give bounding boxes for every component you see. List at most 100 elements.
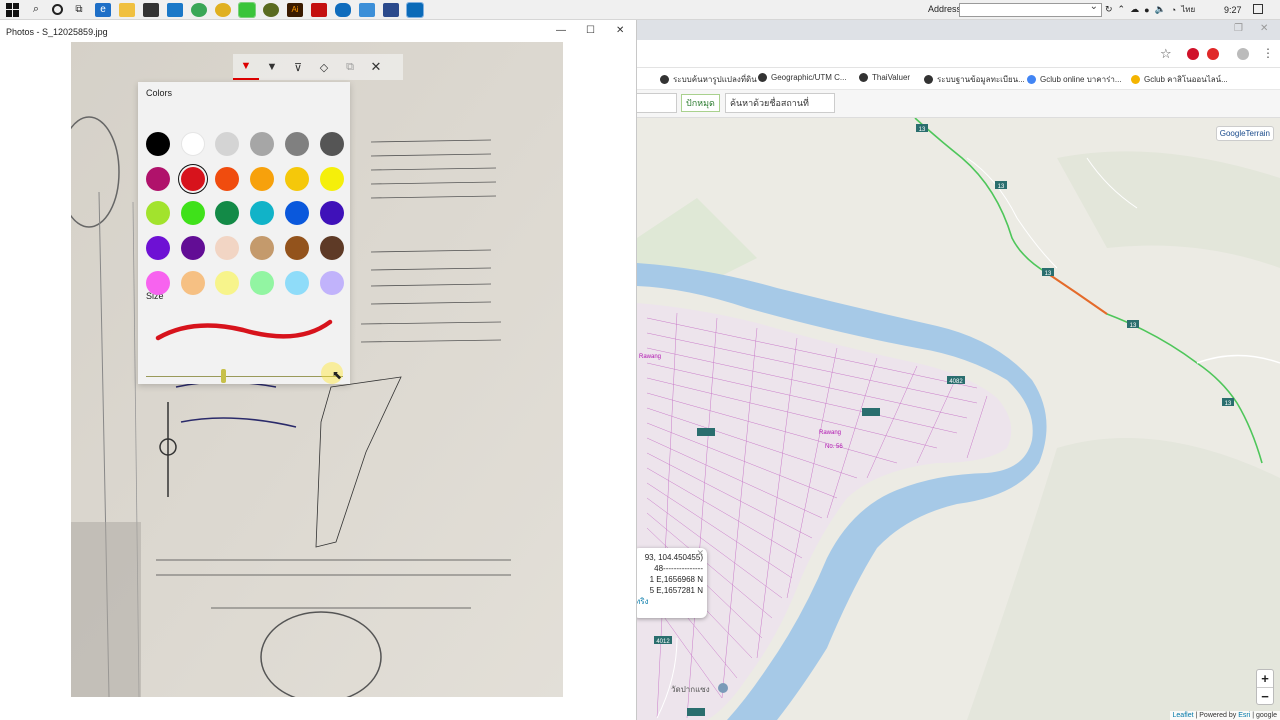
language-indicator[interactable]: ไทย	[1181, 3, 1195, 16]
color-swatch[interactable]	[146, 166, 170, 191]
microphone-icon[interactable]: ●	[1144, 5, 1149, 15]
leaflet-link[interactable]: Leaflet	[1173, 712, 1194, 719]
color-swatch[interactable]	[250, 270, 275, 295]
maximize-button[interactable]: ☐	[586, 25, 595, 36]
zoom-in-button[interactable]: +	[1257, 670, 1273, 687]
clock[interactable]: 9:27	[1224, 5, 1242, 15]
esri-link[interactable]: Esri	[1238, 712, 1250, 719]
color-swatch[interactable]	[284, 132, 309, 156]
calligraphy-pen-tool[interactable]: ⊽	[285, 54, 311, 80]
bookmark-item[interactable]: ระบบฐานข้อมูลทะเบียน...	[924, 73, 1025, 86]
color-swatch[interactable]	[180, 166, 205, 191]
eraser-tool[interactable]: ◇	[311, 54, 337, 80]
illustrator-icon[interactable]: Ai	[287, 2, 303, 17]
map-view[interactable]: 13 13 13 13 13 4082 4012 Rawang Rawang N…	[637, 118, 1280, 720]
bookmark-item[interactable]: ระบบค้นหารูปแปลงที่ดิน	[660, 73, 757, 86]
bookmark-item[interactable]: ThaiValuer	[859, 73, 910, 82]
color-swatch[interactable]	[146, 270, 170, 295]
svg-text:13: 13	[1225, 401, 1232, 407]
file-explorer-icon[interactable]	[119, 2, 135, 17]
close-button[interactable]: ✕	[616, 25, 624, 36]
minimize-button[interactable]: —	[556, 25, 566, 36]
color-swatch[interactable]	[146, 201, 170, 226]
size-slider-thumb[interactable]	[220, 369, 226, 383]
coordinate-input[interactable]	[637, 93, 677, 113]
color-swatch[interactable]	[215, 166, 240, 191]
restore-icon[interactable]: ❐	[1234, 23, 1243, 34]
chrome-icon[interactable]	[191, 2, 207, 17]
refresh-icon[interactable]: ↻	[1105, 4, 1113, 15]
adblock-icon[interactable]	[1207, 48, 1219, 60]
show-hidden-icons-icon[interactable]: ⌃	[1118, 4, 1126, 15]
color-swatch[interactable]	[180, 132, 205, 156]
edge-icon[interactable]: e	[95, 2, 111, 17]
volume-icon[interactable]: 🔈	[1155, 4, 1166, 15]
zoom-out-button[interactable]: −	[1257, 687, 1273, 704]
app-icon-rocket[interactable]	[359, 2, 375, 17]
color-swatch[interactable]	[215, 201, 240, 226]
color-swatch[interactable]	[146, 132, 170, 156]
color-swatch[interactable]	[319, 236, 344, 261]
color-swatch[interactable]	[319, 166, 344, 191]
menu-icon[interactable]: ⋮	[1262, 46, 1274, 60]
layer-switcher-button[interactable]: GoogleTerrain	[1215, 126, 1274, 141]
bookmark-item[interactable]: Geographic/UTM C...	[758, 73, 847, 82]
color-swatch[interactable]	[250, 201, 275, 226]
color-swatch[interactable]	[319, 201, 344, 226]
bookmark-star-icon[interactable]: ☆	[1160, 46, 1172, 62]
color-swatch[interactable]	[215, 236, 240, 261]
search-icon[interactable]: ⌕	[28, 3, 44, 17]
popup-close-icon[interactable]: ✕	[696, 548, 704, 559]
save-app-icon[interactable]	[383, 2, 399, 17]
address-field[interactable]	[959, 1, 1102, 17]
ballpoint-pen-tool[interactable]: ▼	[233, 54, 259, 80]
onedrive-icon[interactable]	[335, 2, 351, 17]
color-swatch[interactable]	[146, 236, 170, 261]
popup-coords: 93, 104.450455)	[644, 553, 703, 562]
color-swatch[interactable]	[250, 166, 275, 191]
color-swatch[interactable]	[215, 270, 240, 295]
app-icon-yellow[interactable]	[215, 2, 231, 17]
app-icon-olive[interactable]	[263, 2, 279, 17]
bookmark-item[interactable]: Gclub คาสิโนออนไลน์...	[1131, 73, 1228, 86]
task-view-icon[interactable]: ⧉	[71, 3, 87, 17]
bookmarks-bar: ระบบค้นหารูปแปลงที่ดิน Geographic/UTM C.…	[637, 68, 1280, 90]
profile-avatar[interactable]	[1237, 48, 1249, 60]
colors-label: Colors	[146, 88, 173, 98]
store-icon[interactable]	[143, 2, 159, 17]
pencil-tool[interactable]: ▼	[259, 54, 285, 80]
color-swatch[interactable]	[215, 132, 240, 156]
color-swatch[interactable]	[180, 236, 205, 261]
popup-link[interactable]: ทริง	[637, 596, 703, 607]
color-swatch[interactable]	[284, 236, 309, 261]
color-swatch[interactable]	[250, 132, 275, 156]
extension-icon-red[interactable]	[1187, 48, 1199, 60]
color-swatch[interactable]	[180, 270, 205, 295]
color-swatch[interactable]	[319, 132, 344, 156]
color-swatch[interactable]	[180, 201, 205, 226]
notification-icon[interactable]	[1253, 4, 1263, 14]
acrobat-icon[interactable]	[311, 2, 327, 17]
line-app-icon[interactable]	[238, 1, 256, 18]
color-swatch[interactable]	[284, 166, 309, 191]
browser-toolbar: ☆ ⋮	[637, 40, 1280, 68]
svg-text:4012: 4012	[656, 639, 670, 645]
bookmark-item[interactable]: Gclub online บาคาร่า...	[1027, 73, 1122, 86]
place-search-input[interactable]: ค้นหาด้วยชื่อสถานที่	[725, 93, 835, 113]
touch-writing-tool[interactable]: ⧉	[337, 54, 363, 80]
photos-app-icon[interactable]	[406, 1, 424, 18]
color-swatch[interactable]	[284, 201, 309, 226]
close-icon[interactable]: ✕	[1260, 23, 1268, 34]
start-button[interactable]	[6, 2, 20, 17]
close-ink-tool[interactable]: ✕	[363, 54, 389, 80]
mail-icon[interactable]	[167, 2, 183, 17]
wifi-icon[interactable]: ◔	[1171, 5, 1176, 15]
onedrive-tray-icon[interactable]: ☁	[1130, 4, 1139, 15]
svg-text:4082: 4082	[949, 379, 963, 385]
cortana-icon[interactable]	[52, 4, 63, 15]
color-swatch[interactable]	[284, 270, 309, 295]
color-swatch[interactable]	[319, 270, 344, 295]
size-slider-track[interactable]	[146, 376, 343, 377]
color-swatch[interactable]	[250, 236, 275, 261]
pin-button[interactable]: ปักหมุด	[681, 94, 720, 112]
